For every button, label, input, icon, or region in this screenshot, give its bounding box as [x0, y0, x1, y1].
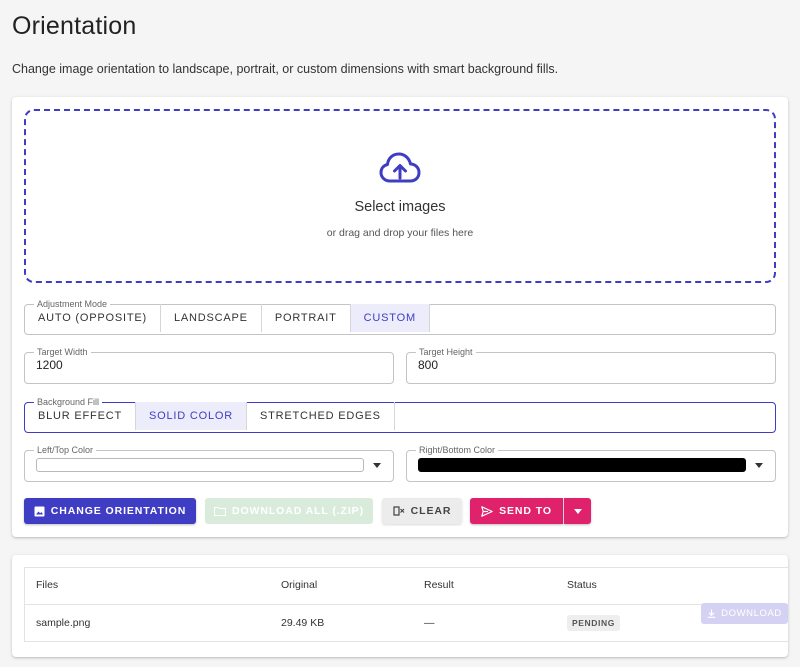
fill-stretched-edges[interactable]: STRETCHED EDGES: [247, 402, 395, 430]
page-title: Orientation: [12, 12, 137, 40]
column-status: Status: [555, 567, 788, 605]
clear-label: CLEAR: [410, 505, 452, 517]
adjustment-mode-group: Adjustment Mode AUTO (OPPOSITE) LANDSCAP…: [24, 300, 776, 335]
send-to-button[interactable]: SEND TO: [470, 498, 563, 524]
download-icon: [707, 609, 716, 618]
left-top-color-swatch[interactable]: [36, 458, 364, 472]
chevron-down-icon: [573, 508, 582, 514]
cloud-upload-icon: [379, 152, 421, 183]
dropzone-subtitle: or drag and drop your files here: [326, 227, 474, 239]
column-files: Files: [24, 567, 269, 605]
target-height-field[interactable]: Target Height 800: [406, 348, 776, 384]
dropzone-title: Select images: [354, 199, 446, 215]
mode-portrait[interactable]: PORTRAIT: [262, 304, 351, 332]
send-to-dropdown-button[interactable]: [564, 498, 591, 524]
mode-landscape[interactable]: LANDSCAPE: [161, 304, 262, 332]
mode-custom[interactable]: CUSTOM: [350, 304, 430, 332]
clear-button[interactable]: CLEAR: [382, 498, 462, 524]
target-height-input[interactable]: 800: [407, 358, 775, 372]
download-all-button[interactable]: DOWNLOAD ALL (.ZIP): [205, 498, 373, 524]
right-bottom-color-label: Right/Bottom Color: [419, 445, 496, 455]
target-width-label: Target Width: [37, 347, 88, 357]
download-label: DOWNLOAD: [721, 608, 782, 619]
folder-icon: [213, 507, 226, 516]
right-bottom-color-dropdown-icon[interactable]: [755, 462, 763, 468]
result-cell: —: [412, 604, 555, 642]
main-card: Select images or drag and drop your file…: [12, 97, 788, 537]
right-bottom-color-swatch[interactable]: [418, 458, 746, 472]
page-description: Change image orientation to landscape, p…: [12, 62, 559, 76]
change-orientation-button[interactable]: CHANGE ORIENTATION: [24, 498, 196, 524]
download-all-label: DOWNLOAD ALL (.ZIP): [231, 505, 364, 517]
status-badge: PENDING: [567, 614, 620, 631]
files-table: Files Original Result Status sample.png …: [24, 567, 788, 642]
original-size-cell: 29.49 KB: [269, 604, 412, 642]
fill-solid-color[interactable]: SOLID COLOR: [135, 402, 247, 430]
right-bottom-color-field[interactable]: Right/Bottom Color: [406, 446, 776, 482]
send-icon: [481, 505, 493, 517]
change-orientation-label: CHANGE ORIENTATION: [50, 505, 187, 517]
column-result: Result: [412, 567, 555, 605]
download-button[interactable]: DOWNLOAD: [701, 603, 788, 624]
left-top-color-field[interactable]: Left/Top Color: [24, 446, 394, 482]
table-row: sample.png 29.49 KB — PENDING: [24, 604, 788, 642]
table-header-row: Files Original Result Status: [24, 567, 788, 605]
fill-blur-effect[interactable]: BLUR EFFECT: [25, 402, 136, 430]
mode-auto-opposite[interactable]: AUTO (OPPOSITE): [25, 304, 161, 332]
target-width-field[interactable]: Target Width 1200: [24, 348, 394, 384]
files-card: Files Original Result Status sample.png …: [12, 555, 788, 657]
file-dropzone[interactable]: Select images or drag and drop your file…: [24, 109, 776, 283]
left-top-color-label: Left/Top Color: [37, 445, 94, 455]
image-icon: [34, 506, 45, 516]
column-original: Original: [269, 567, 412, 605]
left-top-color-dropdown-icon[interactable]: [373, 462, 381, 468]
file-name-cell: sample.png: [24, 604, 269, 642]
background-fill-group: Background Fill BLUR EFFECT SOLID COLOR …: [24, 398, 776, 433]
clear-icon: [393, 506, 405, 516]
send-to-label: SEND TO: [499, 505, 552, 517]
target-width-input[interactable]: 1200: [25, 358, 393, 372]
target-height-label: Target Height: [419, 347, 473, 357]
